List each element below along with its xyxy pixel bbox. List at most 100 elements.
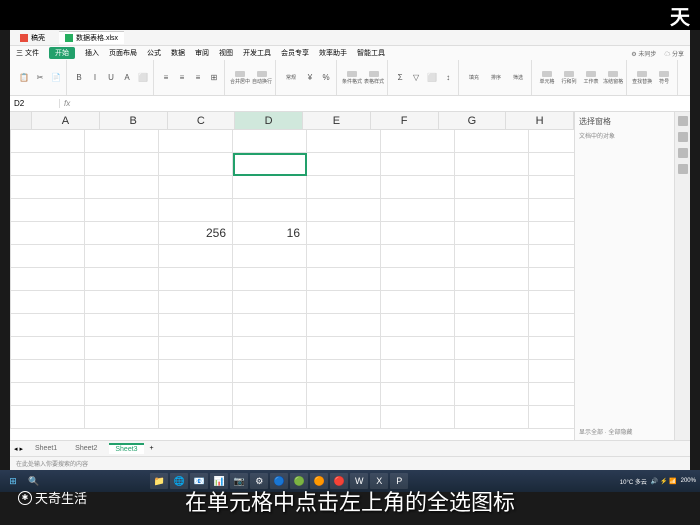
menu-member[interactable]: 会员专享 [281, 48, 309, 58]
align-left-icon[interactable]: ≡ [159, 71, 173, 85]
col-header-D[interactable]: D [235, 112, 303, 130]
cell[interactable] [529, 199, 574, 222]
cell[interactable] [455, 153, 529, 176]
cell[interactable] [381, 222, 455, 245]
menu-home[interactable]: 开始 [49, 47, 75, 59]
cell[interactable] [159, 337, 233, 360]
cell[interactable] [307, 130, 381, 153]
align-right-icon[interactable]: ≡ [191, 71, 205, 85]
cell[interactable] [455, 406, 529, 429]
cell[interactable] [11, 268, 85, 291]
cell[interactable] [307, 383, 381, 406]
cell[interactable] [307, 337, 381, 360]
cell[interactable] [11, 245, 85, 268]
clear-icon[interactable]: ⬜ [425, 71, 439, 85]
cell[interactable] [159, 199, 233, 222]
sheet-tab[interactable]: Sheet2 [69, 444, 103, 453]
cell[interactable] [85, 360, 159, 383]
cell[interactable] [381, 153, 455, 176]
cell[interactable] [11, 222, 85, 245]
cell[interactable] [159, 268, 233, 291]
cell[interactable] [529, 337, 574, 360]
sort-button[interactable]: 排序 [486, 71, 506, 85]
col-header-F[interactable]: F [371, 112, 439, 130]
cell[interactable] [455, 268, 529, 291]
share-button[interactable]: ☁ 分享 [664, 49, 684, 58]
cell[interactable] [233, 245, 307, 268]
cell[interactable] [455, 222, 529, 245]
col-header-E[interactable]: E [303, 112, 371, 130]
cell[interactable] [307, 245, 381, 268]
cell[interactable] [11, 383, 85, 406]
cell[interactable] [85, 406, 159, 429]
menu-smart[interactable]: 智能工具 [357, 48, 385, 58]
cell[interactable] [85, 199, 159, 222]
underline-button[interactable]: U [104, 71, 118, 85]
cell[interactable] [529, 176, 574, 199]
cell[interactable] [529, 130, 574, 153]
fill-color-button[interactable]: ⬜ [136, 71, 150, 85]
cell[interactable] [455, 337, 529, 360]
cell[interactable] [307, 314, 381, 337]
align-center-icon[interactable]: ≡ [175, 71, 189, 85]
cell[interactable] [11, 314, 85, 337]
cell[interactable] [159, 153, 233, 176]
side-panel-actions[interactable]: 显示全部 · 全部隐藏 [579, 427, 670, 436]
cell[interactable] [11, 130, 85, 153]
cell[interactable] [307, 222, 381, 245]
menu-review[interactable]: 审阅 [195, 48, 209, 58]
panel-icon[interactable] [678, 116, 688, 126]
cell[interactable] [11, 360, 85, 383]
cell[interactable] [85, 130, 159, 153]
cell[interactable] [233, 406, 307, 429]
cell[interactable] [455, 360, 529, 383]
cell[interactable] [85, 222, 159, 245]
cell[interactable] [307, 199, 381, 222]
cell[interactable] [455, 314, 529, 337]
cell[interactable] [381, 406, 455, 429]
filter-button[interactable]: 筛选 [508, 71, 528, 85]
cell[interactable] [233, 360, 307, 383]
cell[interactable] [307, 406, 381, 429]
cell[interactable] [159, 360, 233, 383]
cell[interactable] [233, 153, 307, 176]
copy-icon[interactable]: 📄 [49, 71, 63, 85]
cell[interactable] [11, 153, 85, 176]
cell[interactable] [529, 291, 574, 314]
panel-icon[interactable] [678, 148, 688, 158]
currency-button[interactable]: ¥ [303, 71, 317, 85]
menu-insert[interactable]: 插入 [85, 48, 99, 58]
cell[interactable] [307, 291, 381, 314]
format-general[interactable]: 常规 [281, 71, 301, 85]
cell[interactable] [233, 176, 307, 199]
cell[interactable] [529, 406, 574, 429]
cell[interactable] [159, 383, 233, 406]
cell[interactable] [381, 176, 455, 199]
cell[interactable] [233, 199, 307, 222]
cell[interactable] [307, 268, 381, 291]
panel-icon[interactable] [678, 132, 688, 142]
cell[interactable]: 256 [159, 222, 233, 245]
font-color-button[interactable]: A [120, 71, 134, 85]
cell[interactable] [233, 291, 307, 314]
cell[interactable] [529, 153, 574, 176]
cell[interactable] [529, 383, 574, 406]
sheet-tab[interactable]: Sheet1 [29, 444, 63, 453]
cell[interactable] [529, 222, 574, 245]
borders-icon[interactable]: ⊞ [207, 71, 221, 85]
cell[interactable] [85, 314, 159, 337]
select-all-corner[interactable] [10, 112, 32, 130]
cell[interactable] [381, 291, 455, 314]
cell[interactable] [159, 406, 233, 429]
cell[interactable] [529, 360, 574, 383]
menu-layout[interactable]: 页面布局 [109, 48, 137, 58]
cell[interactable] [307, 176, 381, 199]
cell[interactable] [529, 314, 574, 337]
cell[interactable] [85, 383, 159, 406]
cell[interactable] [233, 314, 307, 337]
cell[interactable] [233, 383, 307, 406]
tray-icons[interactable]: 🔊 ⚡ 📶 [651, 478, 677, 485]
cell[interactable] [455, 176, 529, 199]
cell[interactable] [85, 291, 159, 314]
bold-button[interactable]: B [72, 71, 86, 85]
